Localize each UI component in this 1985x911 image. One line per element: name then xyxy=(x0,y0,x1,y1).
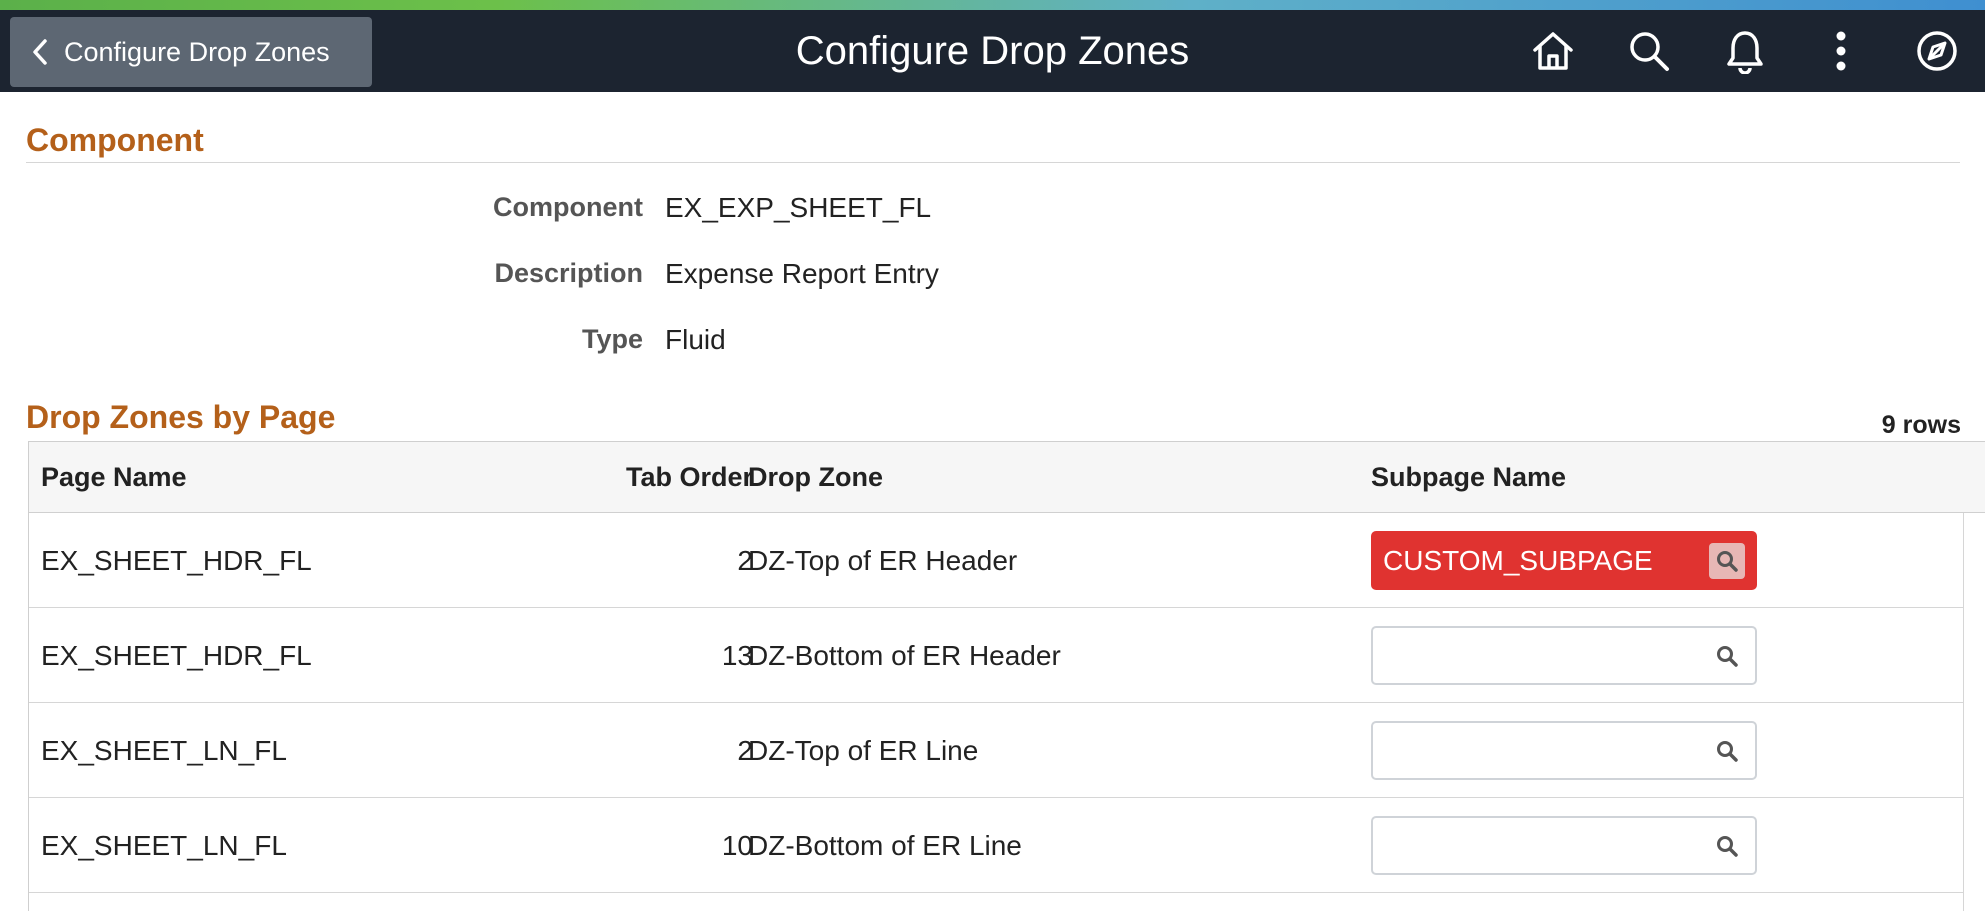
subpage-name-input[interactable] xyxy=(1371,626,1757,685)
type-label: Type xyxy=(581,324,643,354)
column-header-drop-zone[interactable]: Drop Zone xyxy=(748,442,883,512)
page-name-cell: EX_SHEET_HDR_FL xyxy=(41,545,312,576)
page-name-cell: EX_SHEET_LN_FL xyxy=(41,735,287,766)
section-divider xyxy=(26,162,1960,163)
component-value: EX_EXP_SHEET_FL xyxy=(665,192,932,223)
tab-order-cell: 2 xyxy=(737,545,753,576)
column-header-tab-order[interactable]: Tab Order xyxy=(589,442,753,512)
description-value: Expense Report Entry xyxy=(665,258,939,289)
dropzones-grid: Page Name Tab Order Drop Zone Subpage Na… xyxy=(28,441,1985,911)
column-header-subpage-name[interactable]: Subpage Name xyxy=(1371,442,1566,512)
subpage-lookup-button[interactable] xyxy=(1709,733,1745,769)
tab-order-cell: 13 xyxy=(721,640,753,671)
subpage-lookup-button[interactable] xyxy=(1709,543,1745,579)
tab-order-cell: 10 xyxy=(721,830,753,861)
drop-zone-cell: DZ-Top of ER Line xyxy=(748,735,979,766)
magnifier-icon xyxy=(1717,741,1738,762)
back-button[interactable]: Configure Drop Zones xyxy=(10,17,372,87)
type-value: Fluid xyxy=(665,324,726,355)
page-name-cell: EX_SHEET_LN_FL xyxy=(41,830,287,861)
table-row: EX_SHEET_HDR_FL 13 DZ-Bottom of ER Heade… xyxy=(29,608,1985,703)
subpage-name-input[interactable] xyxy=(1371,721,1757,780)
subpage-name-input[interactable] xyxy=(1371,816,1757,875)
grid-header-row: Page Name Tab Order Drop Zone Subpage Na… xyxy=(29,442,1985,513)
subpage-lookup-button[interactable] xyxy=(1709,828,1745,864)
chevron-left-icon xyxy=(33,39,47,65)
grid-scrollbar[interactable] xyxy=(1963,513,1985,911)
app-header: Configure Drop Zones Configure Drop Zone… xyxy=(0,10,1985,92)
subpage-name-input[interactable]: CUSTOM_SUBPAGE xyxy=(1371,531,1757,590)
column-header-page-name[interactable]: Page Name xyxy=(41,442,187,512)
subpage-name-value: CUSTOM_SUBPAGE xyxy=(1383,545,1653,576)
subpage-lookup-button[interactable] xyxy=(1709,638,1745,674)
table-row: EX_SHEET_LN_FL 2 DZ-Top of ER Line xyxy=(29,703,1985,798)
magnifier-icon xyxy=(1717,551,1738,572)
table-row: EX_SHEET_HDR_FL 2 DZ-Top of ER Header CU… xyxy=(29,513,1985,608)
table-row: EX_SHEET_LN_FL 10 DZ-Bottom of ER Line xyxy=(29,798,1985,893)
component-section-title: Component xyxy=(26,122,204,158)
search-icon[interactable] xyxy=(1601,10,1697,92)
component-label: Component xyxy=(493,192,643,222)
tab-order-cell: 2 xyxy=(737,735,753,766)
compass-icon[interactable] xyxy=(1889,10,1985,92)
page-name-cell: EX_SHEET_HDR_FL xyxy=(41,640,312,671)
description-label: Description xyxy=(494,258,643,288)
magnifier-icon xyxy=(1717,646,1738,667)
back-button-label: Configure Drop Zones xyxy=(64,36,330,67)
bell-icon[interactable] xyxy=(1697,10,1793,92)
drop-zone-cell: DZ-Bottom of ER Line xyxy=(748,830,1022,861)
rows-count: 9 rows xyxy=(1881,411,1961,439)
home-icon[interactable] xyxy=(1505,10,1601,92)
dropzones-section-title: Drop Zones by Page xyxy=(26,399,336,435)
top-accent-bar xyxy=(0,0,1985,10)
magnifier-icon xyxy=(1717,836,1738,857)
drop-zone-cell: DZ-Top of ER Header xyxy=(748,545,1018,576)
drop-zone-cell: DZ-Bottom of ER Header xyxy=(748,640,1061,671)
more-vertical-icon[interactable] xyxy=(1793,10,1889,92)
